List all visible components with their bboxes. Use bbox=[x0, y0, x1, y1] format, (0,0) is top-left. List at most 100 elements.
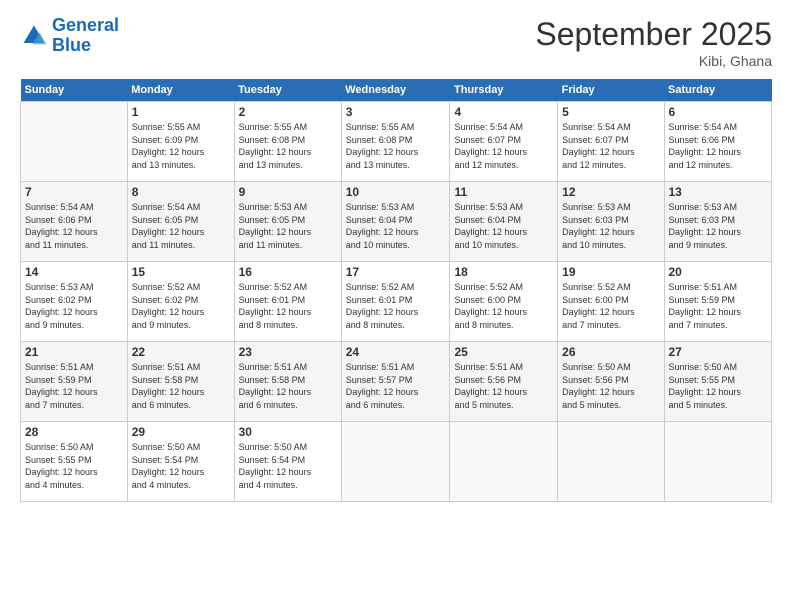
day-number: 6 bbox=[669, 105, 768, 119]
calendar-cell: 30 Sunrise: 5:50 AM Sunset: 5:54 PM Dayli… bbox=[234, 422, 341, 502]
calendar-cell bbox=[558, 422, 664, 502]
day-info: Sunrise: 5:54 AM Sunset: 6:06 PM Dayligh… bbox=[669, 121, 768, 171]
calendar-cell bbox=[664, 422, 772, 502]
title-block: September 2025 Kibi, Ghana bbox=[535, 16, 772, 69]
calendar-cell: 4 Sunrise: 5:54 AM Sunset: 6:07 PM Daylig… bbox=[450, 102, 558, 182]
day-number: 14 bbox=[25, 265, 123, 279]
col-thursday: Thursday bbox=[450, 79, 558, 102]
day-number: 22 bbox=[132, 345, 230, 359]
calendar-cell: 26 Sunrise: 5:50 AM Sunset: 5:56 PM Dayli… bbox=[558, 342, 664, 422]
day-number: 3 bbox=[346, 105, 446, 119]
calendar-cell: 22Sunrise: 5:51 AM Sunset: 5:58 PM Dayli… bbox=[127, 342, 234, 422]
calendar-week-row: 1 Sunrise: 5:55 AM Sunset: 6:09 PM Daylig… bbox=[21, 102, 772, 182]
month-title: September 2025 bbox=[535, 16, 772, 53]
calendar-cell: 2 Sunrise: 5:55 AM Sunset: 6:08 PM Daylig… bbox=[234, 102, 341, 182]
day-number: 13 bbox=[669, 185, 768, 199]
day-info: Sunrise: 5:53 AM Sunset: 6:03 PM Dayligh… bbox=[669, 201, 768, 251]
day-number: 24 bbox=[346, 345, 446, 359]
day-info: Sunrise: 5:51 AM Sunset: 5:57 PM Dayligh… bbox=[346, 361, 446, 411]
day-number: 12 bbox=[562, 185, 659, 199]
day-info: Sunrise: 5:52 AM Sunset: 6:00 PM Dayligh… bbox=[454, 281, 553, 331]
day-info: Sunrise: 5:50 AM Sunset: 5:56 PM Dayligh… bbox=[562, 361, 659, 411]
day-number: 1 bbox=[132, 105, 230, 119]
day-number: 21 bbox=[25, 345, 123, 359]
day-info: Sunrise: 5:50 AM Sunset: 5:55 PM Dayligh… bbox=[25, 441, 123, 491]
calendar-cell: 3Sunrise: 5:55 AM Sunset: 6:08 PM Daylig… bbox=[341, 102, 450, 182]
day-info: Sunrise: 5:50 AM Sunset: 5:54 PM Dayligh… bbox=[239, 441, 337, 491]
day-info: Sunrise: 5:53 AM Sunset: 6:04 PM Dayligh… bbox=[346, 201, 446, 251]
calendar-body: 1 Sunrise: 5:55 AM Sunset: 6:09 PM Daylig… bbox=[21, 102, 772, 502]
calendar-cell: 13 Sunrise: 5:53 AM Sunset: 6:03 PM Dayli… bbox=[664, 182, 772, 262]
day-info: Sunrise: 5:51 AM Sunset: 5:59 PM Dayligh… bbox=[25, 361, 123, 411]
calendar-week-row: 7Sunrise: 5:54 AM Sunset: 6:06 PM Daylig… bbox=[21, 182, 772, 262]
day-info: Sunrise: 5:51 AM Sunset: 5:58 PM Dayligh… bbox=[239, 361, 337, 411]
calendar-cell: 20Sunrise: 5:51 AM Sunset: 5:59 PM Dayli… bbox=[664, 262, 772, 342]
calendar-cell: 6 Sunrise: 5:54 AM Sunset: 6:06 PM Daylig… bbox=[664, 102, 772, 182]
logo-line1: General bbox=[52, 15, 119, 35]
calendar-cell: 24 Sunrise: 5:51 AM Sunset: 5:57 PM Dayli… bbox=[341, 342, 450, 422]
day-info: Sunrise: 5:52 AM Sunset: 6:01 PM Dayligh… bbox=[346, 281, 446, 331]
logo-line2: Blue bbox=[52, 35, 91, 55]
calendar-cell: 1 Sunrise: 5:55 AM Sunset: 6:09 PM Daylig… bbox=[127, 102, 234, 182]
calendar-cell: 17 Sunrise: 5:52 AM Sunset: 6:01 PM Dayli… bbox=[341, 262, 450, 342]
day-number: 15 bbox=[132, 265, 230, 279]
day-number: 19 bbox=[562, 265, 659, 279]
day-number: 29 bbox=[132, 425, 230, 439]
day-info: Sunrise: 5:54 AM Sunset: 6:07 PM Dayligh… bbox=[454, 121, 553, 171]
day-info: Sunrise: 5:52 AM Sunset: 6:02 PM Dayligh… bbox=[132, 281, 230, 331]
logo: General Blue bbox=[20, 16, 119, 56]
day-info: Sunrise: 5:55 AM Sunset: 6:08 PM Dayligh… bbox=[239, 121, 337, 171]
day-number: 5 bbox=[562, 105, 659, 119]
day-info: Sunrise: 5:55 AM Sunset: 6:09 PM Dayligh… bbox=[132, 121, 230, 171]
day-number: 26 bbox=[562, 345, 659, 359]
day-number: 10 bbox=[346, 185, 446, 199]
day-number: 8 bbox=[132, 185, 230, 199]
day-number: 4 bbox=[454, 105, 553, 119]
col-saturday: Saturday bbox=[664, 79, 772, 102]
day-info: Sunrise: 5:50 AM Sunset: 5:55 PM Dayligh… bbox=[669, 361, 768, 411]
logo-icon bbox=[20, 22, 48, 50]
col-monday: Monday bbox=[127, 79, 234, 102]
col-sunday: Sunday bbox=[21, 79, 128, 102]
calendar-cell: 28 Sunrise: 5:50 AM Sunset: 5:55 PM Dayli… bbox=[21, 422, 128, 502]
day-number: 11 bbox=[454, 185, 553, 199]
day-number: 27 bbox=[669, 345, 768, 359]
day-number: 7 bbox=[25, 185, 123, 199]
calendar-cell: 27 Sunrise: 5:50 AM Sunset: 5:55 PM Dayli… bbox=[664, 342, 772, 422]
calendar-week-row: 21 Sunrise: 5:51 AM Sunset: 5:59 PM Dayli… bbox=[21, 342, 772, 422]
day-number: 16 bbox=[239, 265, 337, 279]
calendar-cell: 29 Sunrise: 5:50 AM Sunset: 5:54 PM Dayli… bbox=[127, 422, 234, 502]
calendar-cell: 10 Sunrise: 5:53 AM Sunset: 6:04 PM Dayli… bbox=[341, 182, 450, 262]
calendar-header-row: Sunday Monday Tuesday Wednesday Thursday… bbox=[21, 79, 772, 102]
calendar-cell: 18Sunrise: 5:52 AM Sunset: 6:00 PM Dayli… bbox=[450, 262, 558, 342]
calendar-cell: 21 Sunrise: 5:51 AM Sunset: 5:59 PM Dayli… bbox=[21, 342, 128, 422]
calendar-cell: 15 Sunrise: 5:52 AM Sunset: 6:02 PM Dayli… bbox=[127, 262, 234, 342]
calendar-cell: 12Sunrise: 5:53 AM Sunset: 6:03 PM Dayli… bbox=[558, 182, 664, 262]
day-number: 30 bbox=[239, 425, 337, 439]
day-info: Sunrise: 5:51 AM Sunset: 5:56 PM Dayligh… bbox=[454, 361, 553, 411]
day-info: Sunrise: 5:54 AM Sunset: 6:05 PM Dayligh… bbox=[132, 201, 230, 251]
calendar-week-row: 28 Sunrise: 5:50 AM Sunset: 5:55 PM Dayli… bbox=[21, 422, 772, 502]
day-info: Sunrise: 5:50 AM Sunset: 5:54 PM Dayligh… bbox=[132, 441, 230, 491]
day-info: Sunrise: 5:52 AM Sunset: 6:00 PM Dayligh… bbox=[562, 281, 659, 331]
calendar-cell: 9 Sunrise: 5:53 AM Sunset: 6:05 PM Daylig… bbox=[234, 182, 341, 262]
day-number: 17 bbox=[346, 265, 446, 279]
logo-text: General Blue bbox=[52, 16, 119, 56]
calendar-cell: 5Sunrise: 5:54 AM Sunset: 6:07 PM Daylig… bbox=[558, 102, 664, 182]
day-number: 9 bbox=[239, 185, 337, 199]
location-subtitle: Kibi, Ghana bbox=[535, 53, 772, 69]
day-number: 20 bbox=[669, 265, 768, 279]
calendar-cell: 19 Sunrise: 5:52 AM Sunset: 6:00 PM Dayli… bbox=[558, 262, 664, 342]
day-info: Sunrise: 5:53 AM Sunset: 6:05 PM Dayligh… bbox=[239, 201, 337, 251]
calendar-cell: 16 Sunrise: 5:52 AM Sunset: 6:01 PM Dayli… bbox=[234, 262, 341, 342]
day-info: Sunrise: 5:52 AM Sunset: 6:01 PM Dayligh… bbox=[239, 281, 337, 331]
calendar-cell bbox=[341, 422, 450, 502]
col-tuesday: Tuesday bbox=[234, 79, 341, 102]
header: General Blue September 2025 Kibi, Ghana bbox=[20, 16, 772, 69]
col-wednesday: Wednesday bbox=[341, 79, 450, 102]
day-number: 2 bbox=[239, 105, 337, 119]
day-number: 28 bbox=[25, 425, 123, 439]
page: General Blue September 2025 Kibi, Ghana … bbox=[0, 0, 792, 612]
day-info: Sunrise: 5:53 AM Sunset: 6:02 PM Dayligh… bbox=[25, 281, 123, 331]
calendar-cell: 25Sunrise: 5:51 AM Sunset: 5:56 PM Dayli… bbox=[450, 342, 558, 422]
